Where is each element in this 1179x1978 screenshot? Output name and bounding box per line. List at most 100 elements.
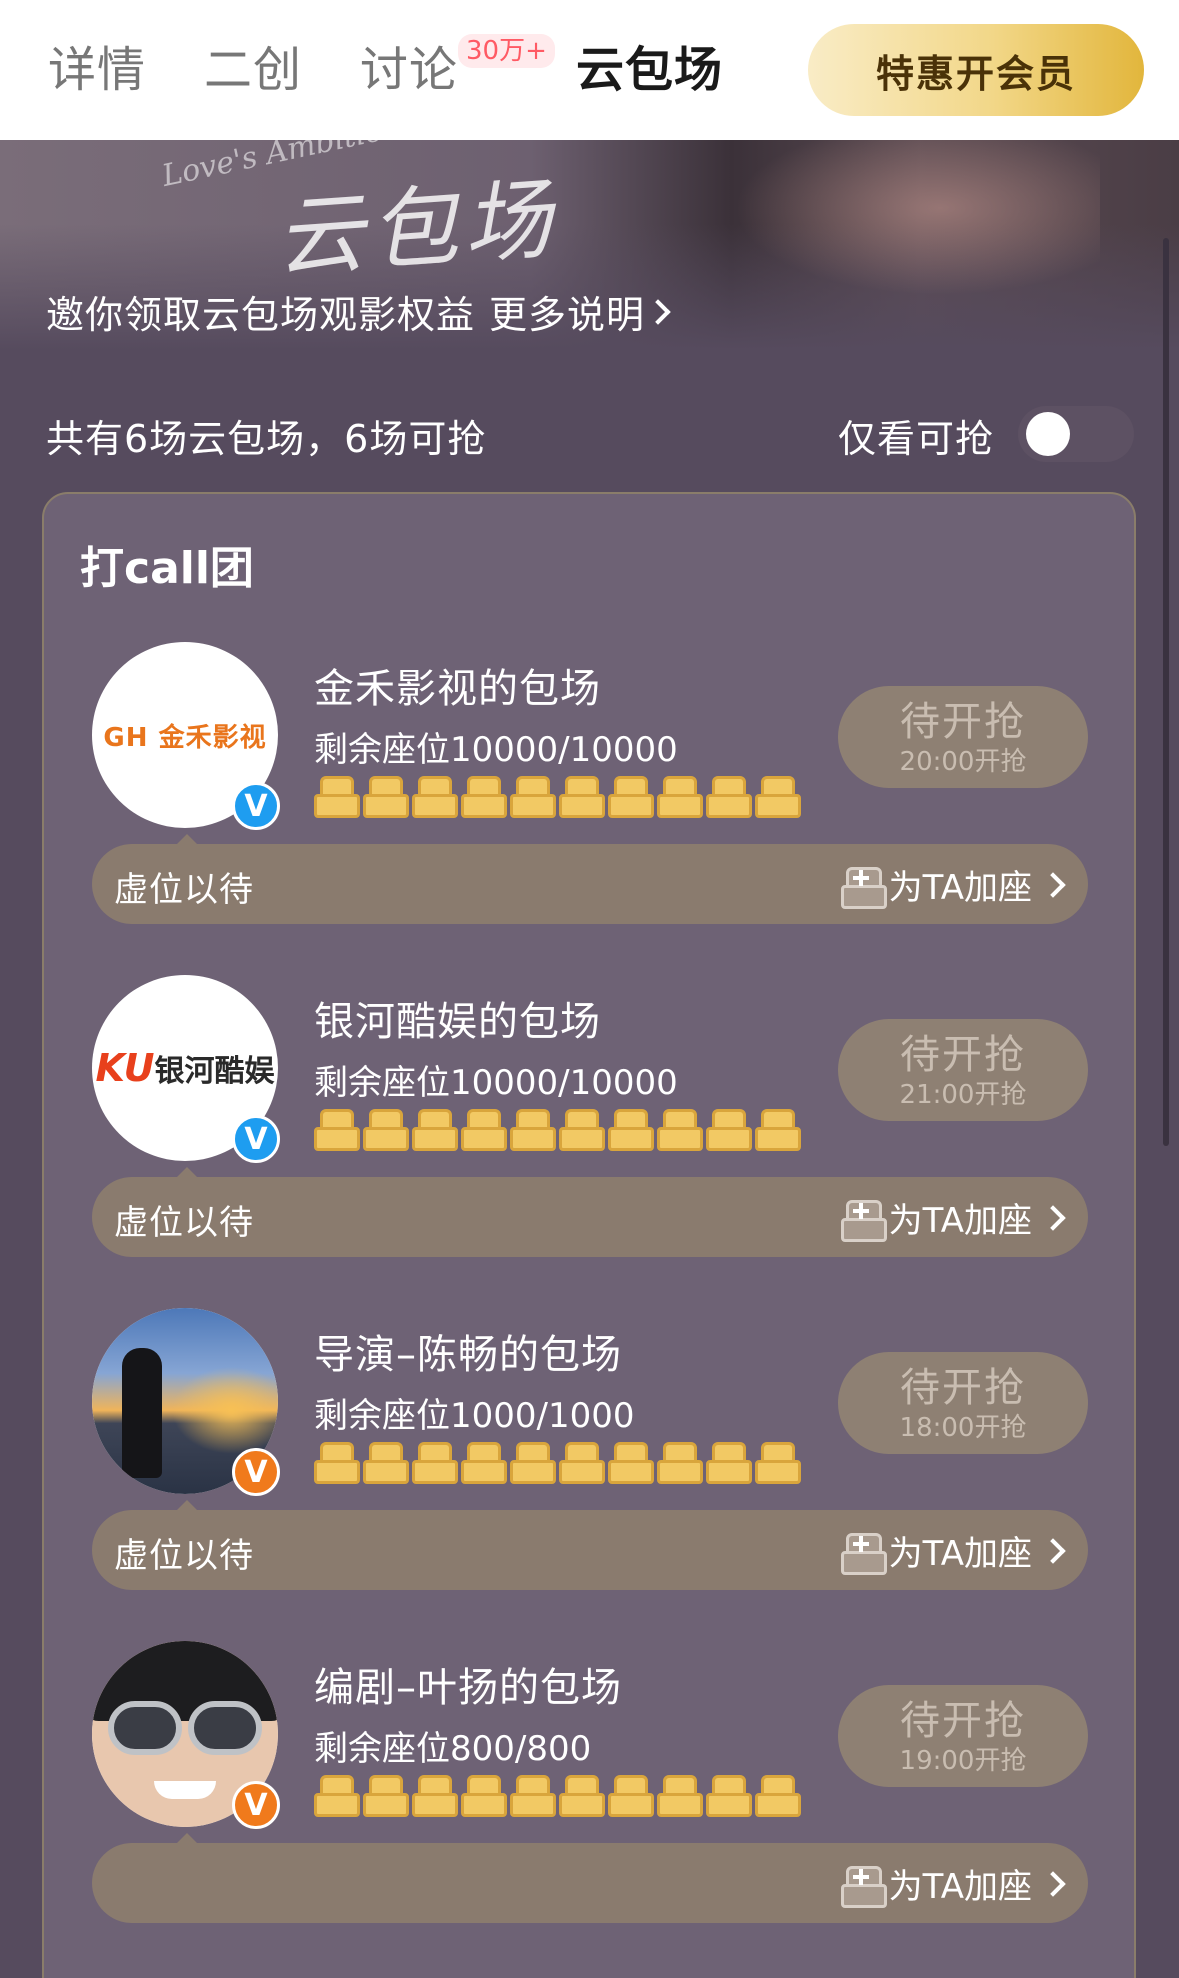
seat-icon xyxy=(755,776,801,818)
seat-icon xyxy=(314,1775,360,1817)
remaining-seats: 剩余座位800/800 xyxy=(314,1729,592,1769)
seat-icon xyxy=(706,1442,752,1484)
seat-icons xyxy=(314,1442,801,1484)
chevron-right-icon xyxy=(645,292,675,332)
add-seat-label: 为TA加座 xyxy=(888,1201,1032,1241)
seat-icon xyxy=(755,1109,801,1151)
seat-icon xyxy=(412,1775,458,1817)
chevron-right-icon xyxy=(1040,865,1062,905)
chevron-right-icon xyxy=(1040,1198,1062,1238)
add-seat-button[interactable]: 为TA加座 xyxy=(840,1193,1062,1242)
call-group-title: 打call团 xyxy=(80,543,254,594)
fan-seat-bar: 为TA加座 xyxy=(92,1843,1088,1923)
grab-status: 待开抢 xyxy=(900,1698,1026,1744)
only-available-toggle[interactable] xyxy=(1018,406,1134,462)
jinhe-logo: GH 金禾影视 xyxy=(103,722,267,753)
seat-icon xyxy=(755,1775,801,1817)
seat-icon xyxy=(510,1442,556,1484)
verified-badge-icon: V xyxy=(232,1448,280,1496)
add-seat-button[interactable]: 为TA加座 xyxy=(840,1526,1062,1575)
more-info-link[interactable]: 更多说明 xyxy=(489,284,675,339)
screening-title: 导演–陈畅的包场 xyxy=(314,1332,622,1378)
seat-icon xyxy=(608,776,654,818)
verified-badge-icon: V xyxy=(232,1115,280,1163)
grab-seat-button[interactable]: 待开抢 18:00开抢 xyxy=(838,1352,1088,1454)
grab-time: 18:00开抢 xyxy=(899,1413,1027,1443)
seat-icon xyxy=(314,1442,360,1484)
more-info-label: 更多说明 xyxy=(489,293,646,337)
screening-item: V 编剧–叶扬的包场 剩余座位800/800 待开抢 19:00开抢 为TA加座 xyxy=(0,1641,1179,1971)
seat-icon xyxy=(510,1775,556,1817)
discussion-count-badge: 30万+ xyxy=(458,34,555,68)
add-seat-label: 为TA加座 xyxy=(888,868,1032,908)
screening-summary: 共有6场云包场，6场可抢 xyxy=(46,417,487,461)
grab-seat-button[interactable]: 待开抢 21:00开抢 xyxy=(838,1019,1088,1121)
seat-icon xyxy=(461,776,507,818)
wait-text: 虚位以待 xyxy=(114,870,254,910)
seat-icon xyxy=(363,1442,409,1484)
add-seat-icon xyxy=(840,866,887,909)
screening-title: 金禾影视的包场 xyxy=(314,666,601,712)
grab-status: 待开抢 xyxy=(900,1032,1026,1078)
grab-seat-button[interactable]: 待开抢 19:00开抢 xyxy=(838,1685,1088,1787)
only-available-label: 仅看可抢 xyxy=(838,417,995,461)
grab-time: 19:00开抢 xyxy=(899,1746,1027,1776)
grab-status: 待开抢 xyxy=(900,699,1026,745)
remaining-seats: 剩余座位10000/10000 xyxy=(314,730,678,770)
toggle-knob xyxy=(1026,412,1070,456)
seat-icon xyxy=(314,1109,360,1151)
ku-logo: KU银河酷娱 xyxy=(95,1046,275,1090)
seat-icons xyxy=(314,776,801,818)
seat-icon xyxy=(314,776,360,818)
seat-icon xyxy=(706,1109,752,1151)
seat-icon xyxy=(461,1109,507,1151)
invite-text: 邀你领取云包场观影权益 xyxy=(46,293,476,337)
remaining-seats: 剩余座位10000/10000 xyxy=(314,1063,678,1103)
seat-icon xyxy=(559,1442,605,1484)
tab-details[interactable]: 详情 xyxy=(48,38,146,102)
banner-still-image xyxy=(700,140,1100,310)
add-seat-label: 为TA加座 xyxy=(888,1534,1032,1574)
seat-icon xyxy=(363,1109,409,1151)
seat-icon xyxy=(559,1775,605,1817)
seat-icon xyxy=(608,1775,654,1817)
chevron-right-icon xyxy=(1040,1864,1062,1904)
seat-icon xyxy=(363,776,409,818)
wait-text: 虚位以待 xyxy=(114,1203,254,1243)
seat-icon xyxy=(755,1442,801,1484)
grab-status: 待开抢 xyxy=(900,1365,1026,1411)
seat-icon xyxy=(412,776,458,818)
banner-invite-row: 邀你领取云包场观影权益 更多说明 xyxy=(46,284,675,339)
seat-icon xyxy=(412,1442,458,1484)
screening-item: KU银河酷娱 V 银河酷娱的包场 剩余座位10000/10000 待开抢 21:… xyxy=(0,975,1179,1305)
banner-art-title: 云包场 xyxy=(272,167,561,290)
verified-badge-icon: V xyxy=(232,1781,280,1829)
seat-icon xyxy=(461,1775,507,1817)
vip-offer-button[interactable]: 特惠开会员 xyxy=(808,24,1144,116)
tab-cloud-screening[interactable]: 云包场 xyxy=(576,38,723,102)
screening-title: 银河酷娱的包场 xyxy=(314,999,601,1045)
seat-icon xyxy=(608,1442,654,1484)
fan-seat-bar: 虚位以待 为TA加座 xyxy=(92,1177,1088,1257)
seat-icon xyxy=(657,776,703,818)
add-seat-label: 为TA加座 xyxy=(888,1867,1032,1907)
grab-seat-button[interactable]: 待开抢 20:00开抢 xyxy=(838,686,1088,788)
tab-fan-creations[interactable]: 二创 xyxy=(204,38,302,102)
seat-icons xyxy=(314,1775,801,1817)
add-seat-icon xyxy=(840,1199,887,1242)
wait-text: 虚位以待 xyxy=(114,1536,254,1576)
seat-icon xyxy=(510,776,556,818)
scrollbar[interactable] xyxy=(1163,238,1169,1146)
screening-item: V 导演–陈畅的包场 剩余座位1000/1000 待开抢 18:00开抢 虚位以… xyxy=(0,1308,1179,1638)
top-tab-bar: 详情 二创 讨论 30万+ 云包场 特惠开会员 xyxy=(0,0,1179,140)
chevron-right-icon xyxy=(1040,1531,1062,1571)
seat-icon xyxy=(657,1775,703,1817)
add-seat-button[interactable]: 为TA加座 xyxy=(840,860,1062,909)
fan-seat-bar: 虚位以待 为TA加座 xyxy=(92,1510,1088,1590)
seat-icon xyxy=(706,1775,752,1817)
seat-icon xyxy=(412,1109,458,1151)
add-seat-icon xyxy=(840,1532,887,1575)
add-seat-icon xyxy=(840,1865,887,1908)
add-seat-button[interactable]: 为TA加座 xyxy=(840,1859,1062,1908)
tab-discussion[interactable]: 讨论 xyxy=(360,38,458,102)
